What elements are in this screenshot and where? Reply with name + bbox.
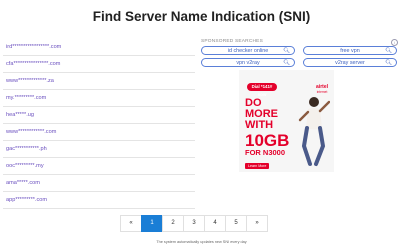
info-icon[interactable]: i [391, 39, 398, 46]
list-item[interactable]: gac***********.ph [3, 141, 195, 158]
ad-headline: WITH [245, 119, 274, 131]
domain-link[interactable]: hea*****.ug [6, 112, 34, 118]
sponsored-label: SPONSORED SEARCHES [201, 39, 263, 44]
airtel-logo: airtel internet [316, 84, 328, 94]
search-icon: 🔍︎ [283, 48, 290, 54]
domain-link[interactable]: gac***********.ph [6, 146, 47, 152]
domain-link[interactable]: my.*********.com [6, 95, 46, 101]
sponsored-chip-free-vpn[interactable]: free vpn 🔍︎ [303, 46, 397, 55]
chip-label: free vpn [340, 48, 360, 54]
pagination: « 1 2 3 4 5 » [120, 215, 268, 232]
domain-link[interactable]: app*********.com [6, 197, 47, 203]
chip-label: id checker online [227, 48, 269, 54]
chip-label: vpn v2ray [236, 60, 260, 66]
page-button-1[interactable]: 1 [141, 215, 163, 232]
page-title: Find Server Name Indication (SNI) [92, 9, 311, 24]
page-button-3[interactable]: 3 [183, 215, 205, 232]
page-button-2[interactable]: 2 [162, 215, 184, 232]
list-item[interactable]: www*************.za [3, 73, 195, 90]
footer-note: The system automatically updates new SNI… [156, 240, 247, 244]
next-page-button[interactable]: » [246, 215, 268, 232]
person-illustration [298, 97, 330, 166]
list-item[interactable]: ooc*********.my [3, 158, 195, 175]
domain-link[interactable]: www************.com [6, 129, 56, 135]
list-item[interactable]: ama*****.com [3, 175, 195, 192]
sponsored-chip-id-checker[interactable]: id checker online 🔍︎ [201, 46, 295, 55]
list-item[interactable]: cfa****************.com [3, 56, 195, 73]
page-button-4[interactable]: 4 [204, 215, 226, 232]
list-item[interactable]: hea*****.ug [3, 107, 195, 124]
domain-link[interactable]: ama*****.com [6, 180, 40, 186]
sponsored-searches: SPONSORED SEARCHES i id checker online 🔍… [201, 39, 399, 67]
chip-label: v2ray server [335, 60, 365, 66]
search-icon: 🔍︎ [385, 60, 392, 66]
sni-domain-list: ird*****************.com cfa************… [3, 39, 195, 209]
domain-link[interactable]: cfa****************.com [6, 61, 60, 67]
sponsored-chip-v2ray-server[interactable]: v2ray server 🔍︎ [303, 58, 397, 67]
list-item[interactable]: ird*****************.com [3, 39, 195, 56]
list-item[interactable]: www************.com [3, 124, 195, 141]
ad-headline: 10GB [245, 131, 290, 150]
ad-headline: FOR N3000 [245, 148, 286, 157]
domain-link[interactable]: www*************.za [6, 78, 54, 84]
page-button-5[interactable]: 5 [225, 215, 247, 232]
prev-page-button[interactable]: « [120, 215, 142, 232]
list-item[interactable]: my.*********.com [3, 90, 195, 107]
list-item[interactable]: app*********.com [3, 192, 195, 209]
ad-dial-badge: Dial *141# now [247, 83, 277, 97]
search-icon: 🔍︎ [283, 60, 290, 66]
domain-link[interactable]: ooc*********.my [6, 163, 44, 169]
advertisement[interactable]: Dial *141# now airtel internet DO MORE WI… [239, 70, 334, 172]
domain-link[interactable]: ird*****************.com [6, 44, 61, 50]
search-icon: 🔍︎ [385, 48, 392, 54]
sponsored-chip-vpn-v2ray[interactable]: vpn v2ray 🔍︎ [201, 58, 295, 67]
learn-more-button[interactable]: Learn More [245, 163, 270, 169]
